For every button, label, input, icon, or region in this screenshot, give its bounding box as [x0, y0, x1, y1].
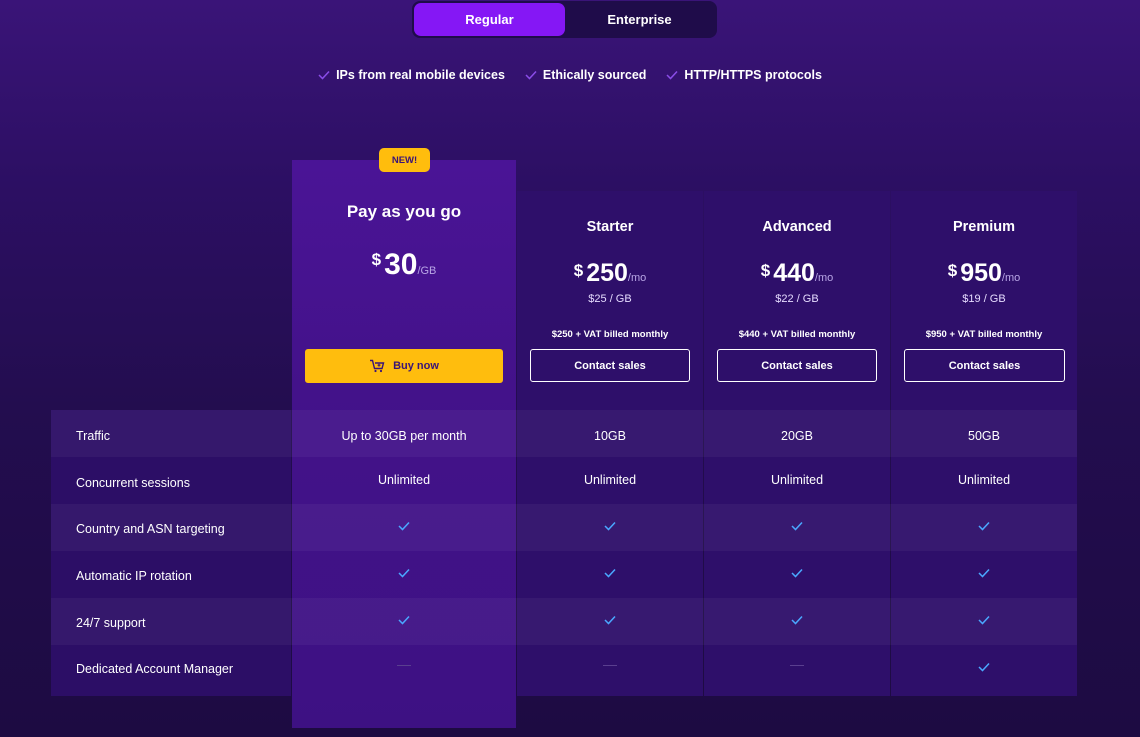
- row-label: Dedicated Account Manager: [76, 662, 234, 676]
- currency-symbol: $: [760, 261, 771, 280]
- plan-price: $30/GB: [292, 248, 516, 282]
- feature-label: HTTP/HTTPS protocols: [684, 68, 822, 82]
- plan-name: Starter: [586, 219, 634, 235]
- premium-header: Premium $950/mo $19 / GB $950 + VAT bill…: [891, 191, 1077, 351]
- cell-value: Unlimited: [377, 473, 431, 487]
- starter-header: Starter $250/mo $25 / GB $250 + VAT bill…: [517, 191, 703, 351]
- currency-symbol: $: [573, 261, 584, 280]
- billing-note: $950 + VAT billed monthly: [925, 329, 1043, 340]
- dash-icon: [603, 665, 617, 666]
- cell-value: 50GB: [968, 429, 1000, 443]
- price-value: 30: [384, 248, 418, 281]
- check-icon: [791, 521, 803, 531]
- feature-item: HTTP/HTTPS protocols: [666, 66, 822, 84]
- price-unit: /GB: [417, 265, 437, 277]
- cell-value: 10GB: [594, 429, 626, 443]
- currency-symbol: $: [947, 261, 958, 280]
- table-row: Automatic IP rotation: [51, 551, 1077, 598]
- check-icon: [318, 70, 330, 80]
- check-icon: [398, 568, 410, 578]
- row-label: Country and ASN targeting: [76, 522, 225, 536]
- feature-item: Ethically sourced: [525, 66, 647, 84]
- dash-icon: [397, 665, 411, 666]
- buy-now-button[interactable]: Buy now: [305, 349, 503, 383]
- plan-name: Premium: [952, 219, 1016, 235]
- billing-note: $440 + VAT billed monthly: [738, 329, 856, 340]
- check-icon: [978, 662, 990, 672]
- check-icon: [604, 521, 616, 531]
- buy-now-label: Buy now: [393, 360, 439, 372]
- check-icon: [978, 615, 990, 625]
- plan-price: $950/mo: [891, 259, 1077, 288]
- check-icon: [604, 615, 616, 625]
- check-icon: [398, 615, 410, 625]
- price-value: 950: [960, 259, 1002, 287]
- row-label: Automatic IP rotation: [76, 569, 192, 583]
- table-row: Dedicated Account Manager: [51, 645, 1077, 692]
- currency-symbol: $: [371, 250, 382, 269]
- plan-type-toggle: Regular Enterprise: [412, 1, 717, 38]
- check-icon: [791, 615, 803, 625]
- feature-label: IPs from real mobile devices: [336, 68, 505, 82]
- row-label: Traffic: [76, 429, 111, 443]
- feature-item: IPs from real mobile devices: [318, 66, 505, 84]
- regular-tab[interactable]: Regular: [414, 3, 565, 36]
- cell-value: Up to 30GB per month: [341, 429, 467, 443]
- price-per-gb: $19 / GB: [962, 293, 1006, 305]
- plan-price: $250/mo: [517, 259, 703, 288]
- check-icon: [978, 521, 990, 531]
- cell-value: 20GB: [781, 429, 813, 443]
- price-value: 250: [586, 259, 628, 287]
- check-icon: [525, 70, 537, 80]
- price-unit: /mo: [1001, 272, 1021, 284]
- check-icon: [398, 521, 410, 531]
- billing-note: $250 + VAT billed monthly: [551, 329, 669, 340]
- plan-name: Advanced: [762, 219, 832, 235]
- check-icon: [791, 568, 803, 578]
- table-row: 24/7 support: [51, 598, 1077, 645]
- price-unit: /mo: [627, 272, 647, 284]
- enterprise-tab[interactable]: Enterprise: [564, 3, 715, 36]
- check-icon: [666, 70, 678, 80]
- contact-sales-button[interactable]: Contact sales: [717, 349, 877, 382]
- plan-name: Pay as you go: [346, 202, 462, 221]
- feature-label: Ethically sourced: [542, 68, 647, 82]
- cell-value: Unlimited: [957, 473, 1011, 487]
- contact-sales-button[interactable]: Contact sales: [530, 349, 690, 382]
- plan-price: $440/mo: [704, 259, 890, 288]
- price-value: 440: [773, 259, 815, 287]
- feature-list: IPs from real mobile devices Ethically s…: [0, 66, 1140, 84]
- price-per-gb: $25 / GB: [588, 293, 632, 305]
- cart-icon: [370, 359, 385, 373]
- dash-icon: [790, 665, 804, 666]
- check-icon: [604, 568, 616, 578]
- row-label: 24/7 support: [76, 616, 146, 630]
- cell-value: Unlimited: [583, 473, 637, 487]
- row-label: Concurrent sessions: [76, 476, 190, 490]
- price-unit: /mo: [814, 272, 834, 284]
- contact-sales-button[interactable]: Contact sales: [904, 349, 1065, 382]
- check-icon: [978, 568, 990, 578]
- advanced-header: Advanced $440/mo $22 / GB $440 + VAT bil…: [704, 191, 890, 351]
- cell-value: Unlimited: [770, 473, 824, 487]
- price-per-gb: $22 / GB: [775, 293, 819, 305]
- table-row: Country and ASN targeting: [51, 504, 1077, 551]
